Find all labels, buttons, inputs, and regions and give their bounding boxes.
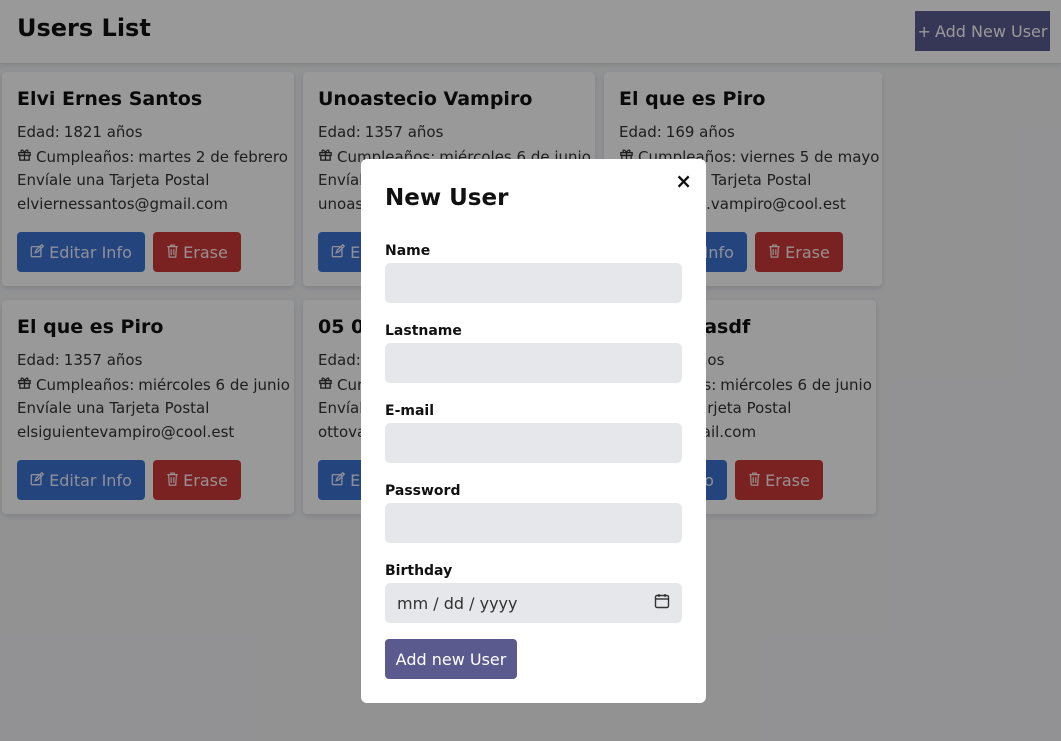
lastname-label: Lastname — [385, 323, 462, 339]
close-icon[interactable]: × — [675, 171, 692, 191]
birthday-label: Birthday — [385, 563, 453, 579]
password-label: Password — [385, 483, 461, 499]
birthday-input[interactable]: mm / dd / yyyy — [385, 583, 682, 623]
add-new-user-submit-button[interactable]: Add new User — [385, 639, 517, 679]
email-label: E-mail — [385, 403, 435, 419]
new-user-modal: × New User Name Lastname E-mail Password… — [361, 159, 706, 703]
name-input[interactable] — [385, 263, 682, 303]
birthday-placeholder: mm / dd / yyyy — [397, 593, 518, 613]
modal-title: New User — [385, 185, 509, 211]
password-input[interactable] — [385, 503, 682, 543]
email-input[interactable] — [385, 423, 682, 463]
lastname-input[interactable] — [385, 343, 682, 383]
name-label: Name — [385, 243, 431, 259]
calendar-icon[interactable] — [654, 593, 670, 613]
